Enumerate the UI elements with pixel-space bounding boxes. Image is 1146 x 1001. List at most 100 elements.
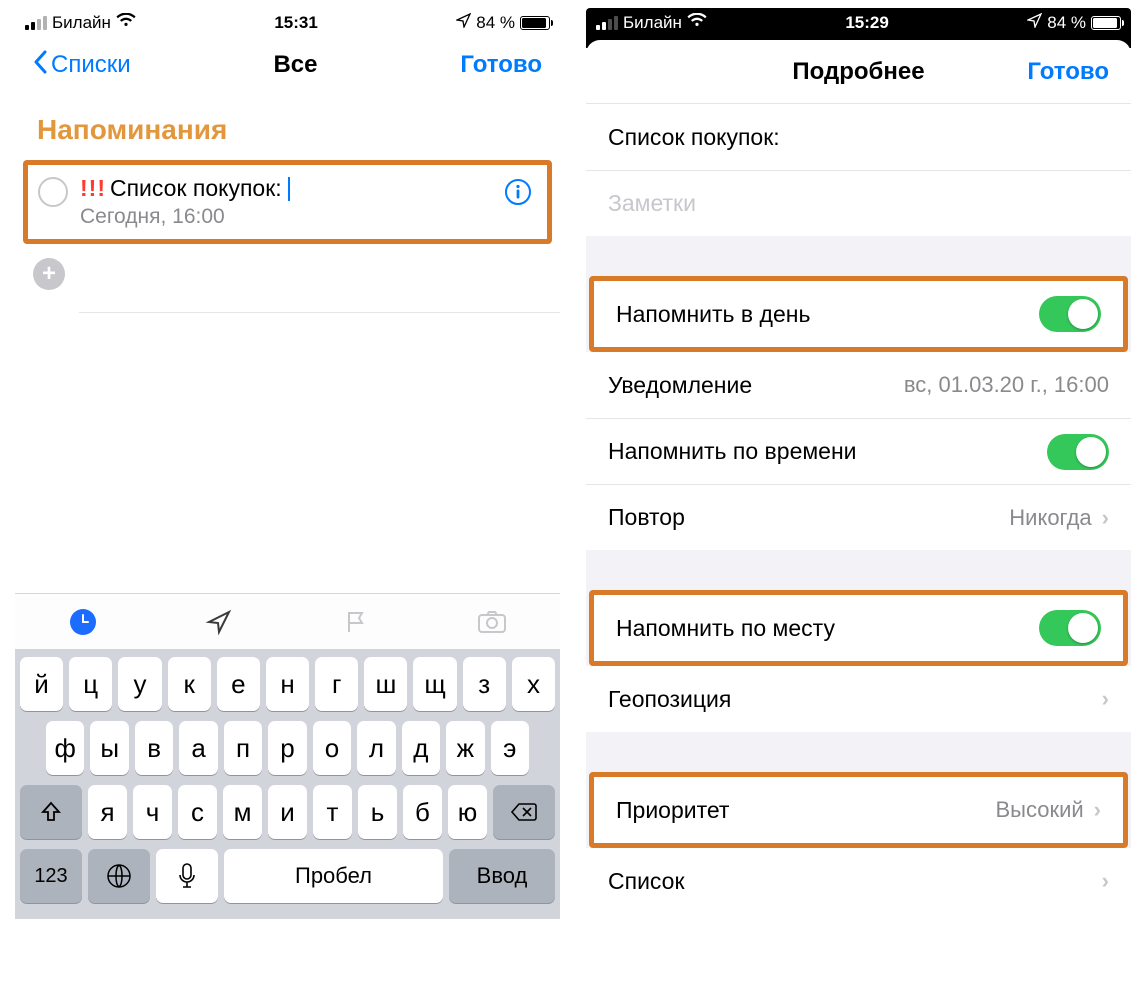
phone-screenshot-left: Билайн 15:31 84 % Списки Все Готово Напо…: [15, 8, 560, 978]
title-field-text: Список покупок:: [608, 124, 780, 151]
flag-icon: [342, 608, 370, 636]
sheet-nav: Подробнее Готово: [586, 40, 1131, 104]
key[interactable]: о: [313, 721, 351, 775]
back-label: Списки: [51, 51, 131, 79]
phone-screenshot-right: Билайн 15:29 84 % Подробнее Готово Списо…: [586, 8, 1131, 978]
key[interactable]: с: [178, 785, 217, 839]
complete-circle[interactable]: [38, 177, 68, 207]
key[interactable]: д: [402, 721, 440, 775]
status-time: 15:29: [707, 13, 1027, 33]
accessory-camera-button[interactable]: [472, 602, 512, 642]
key[interactable]: н: [266, 657, 309, 711]
camera-icon: [477, 609, 507, 635]
key[interactable]: п: [224, 721, 262, 775]
space-key[interactable]: Пробел: [224, 849, 443, 903]
info-button[interactable]: [503, 177, 533, 207]
key[interactable]: м: [223, 785, 262, 839]
keyboard-row-4: 123 Пробел Ввод: [20, 849, 555, 903]
text-cursor: [288, 177, 290, 201]
toggle-switch[interactable]: [1039, 610, 1101, 646]
chevron-right-icon: ›: [1102, 505, 1109, 531]
key[interactable]: з: [463, 657, 506, 711]
add-reminder-row[interactable]: +: [15, 244, 560, 290]
cell-label: Повтор: [608, 504, 685, 531]
remind-location-cell[interactable]: Напомнить по месту: [594, 595, 1123, 661]
remind-time-cell[interactable]: Напомнить по времени: [586, 418, 1131, 484]
key[interactable]: ф: [46, 721, 84, 775]
accessory-location-button[interactable]: [199, 602, 239, 642]
shift-key[interactable]: [20, 785, 82, 839]
back-button[interactable]: Списки: [33, 50, 131, 81]
key[interactable]: т: [313, 785, 352, 839]
done-button[interactable]: Готово: [460, 51, 542, 79]
battery-percent: 84 %: [476, 13, 515, 33]
key[interactable]: б: [403, 785, 442, 839]
chevron-right-icon: ›: [1094, 797, 1101, 823]
accessory-time-button[interactable]: [63, 602, 103, 642]
mic-key[interactable]: [156, 849, 218, 903]
key[interactable]: й: [20, 657, 63, 711]
key[interactable]: х: [512, 657, 555, 711]
notes-field-cell[interactable]: Заметки: [586, 170, 1131, 236]
carrier-label: Билайн: [52, 13, 111, 33]
status-left: Билайн: [596, 13, 707, 33]
key[interactable]: ж: [446, 721, 484, 775]
key[interactable]: р: [268, 721, 306, 775]
key[interactable]: ч: [133, 785, 172, 839]
cell-signal-icon: [596, 16, 618, 30]
key[interactable]: л: [357, 721, 395, 775]
key[interactable]: ю: [448, 785, 487, 839]
cell-label: Список: [608, 868, 685, 895]
key[interactable]: я: [88, 785, 127, 839]
highlight-remind-location: Напомнить по месту: [589, 590, 1128, 666]
key[interactable]: ь: [358, 785, 397, 839]
cell-label: Напомнить по времени: [608, 438, 857, 465]
enter-key[interactable]: Ввод: [449, 849, 555, 903]
location-icon: [1027, 13, 1042, 33]
toggle-switch[interactable]: [1047, 434, 1109, 470]
key[interactable]: ц: [69, 657, 112, 711]
key[interactable]: е: [217, 657, 260, 711]
repeat-cell[interactable]: Повтор Никогда ›: [586, 484, 1131, 550]
alert-cell[interactable]: Уведомление вс, 01.03.20 г., 16:00: [586, 352, 1131, 418]
clock-icon: [70, 609, 96, 635]
wifi-icon: [116, 13, 136, 33]
key[interactable]: к: [168, 657, 211, 711]
geolocation-cell[interactable]: Геопозиция ›: [586, 666, 1131, 732]
keyboard-row-2: ф ы в а п р о л д ж э: [20, 721, 555, 775]
remind-day-cell[interactable]: Напомнить в день: [594, 281, 1123, 347]
section-title: Напоминания: [15, 94, 560, 160]
key[interactable]: ы: [90, 721, 128, 775]
key[interactable]: э: [491, 721, 529, 775]
globe-key[interactable]: [88, 849, 150, 903]
key[interactable]: и: [268, 785, 307, 839]
toggle-switch[interactable]: [1039, 296, 1101, 332]
plus-icon: +: [33, 258, 65, 290]
key[interactable]: а: [179, 721, 217, 775]
status-left: Билайн: [25, 13, 136, 33]
info-icon: [504, 178, 532, 206]
battery-icon: [520, 16, 550, 30]
key[interactable]: г: [315, 657, 358, 711]
reminder-body[interactable]: !!! Список покупок: Сегодня, 16:00: [80, 175, 491, 229]
highlight-remind-day: Напомнить в день: [589, 276, 1128, 352]
key[interactable]: ш: [364, 657, 407, 711]
nav-bar: Списки Все Готово: [15, 36, 560, 94]
accessory-flag-button[interactable]: [336, 602, 376, 642]
keyboard: й ц у к е н г ш щ з х ф ы в а п р о л д …: [15, 649, 560, 919]
key[interactable]: щ: [413, 657, 456, 711]
nav-title: Все: [273, 51, 317, 79]
highlight-priority: Приоритет Высокий ›: [589, 772, 1128, 848]
key[interactable]: у: [118, 657, 161, 711]
reminder-row[interactable]: !!! Список покупок: Сегодня, 16:00: [28, 165, 547, 239]
num-key[interactable]: 123: [20, 849, 82, 903]
backspace-key[interactable]: [493, 785, 555, 839]
done-button[interactable]: Готово: [1027, 58, 1109, 86]
cell-value: Высокий: [996, 797, 1084, 823]
list-cell[interactable]: Список ›: [586, 848, 1131, 914]
key[interactable]: в: [135, 721, 173, 775]
globe-icon: [106, 863, 132, 889]
title-field-cell[interactable]: Список покупок:: [586, 104, 1131, 170]
priority-cell[interactable]: Приоритет Высокий ›: [594, 777, 1123, 843]
mic-icon: [178, 863, 196, 889]
